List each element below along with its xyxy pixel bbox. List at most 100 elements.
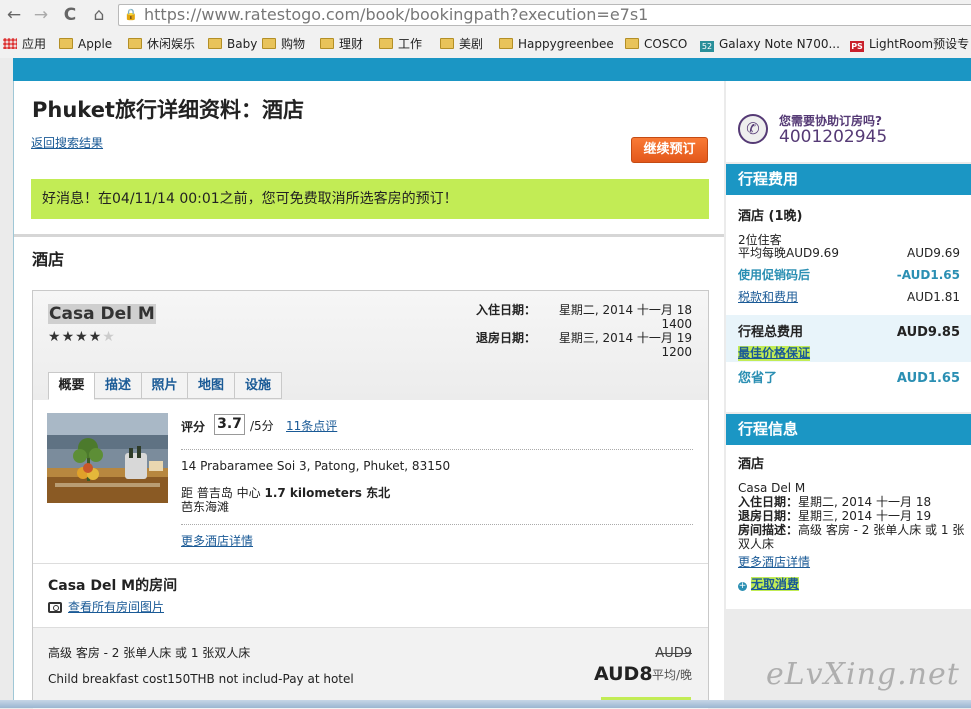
tab-map[interactable]: 地图 [187,372,235,399]
forward-arrow-icon[interactable]: → [30,5,52,25]
trip-room: 房间描述：高级 客房 - 2 张单人床 或 1 张 [738,523,964,538]
camera-icon [48,602,62,613]
checkout-date: 星期三, 2014 十一月 19 [558,331,692,345]
distance-value: 1.7 kilometers 东北 [264,486,391,500]
site-ps-icon: PS [850,41,864,52]
bookmark-item[interactable]: Apple [59,36,112,52]
star-filled-icon: ★ [88,329,103,345]
continue-booking-button[interactable]: 继续预订 [631,137,708,163]
bookmark-label: Apple [78,37,113,51]
score-label: 评分 [181,420,206,434]
reload-icon[interactable]: C [59,5,81,25]
lock-icon: 🔒 [124,8,138,21]
help-phone-number[interactable]: 4001202945 [779,128,887,147]
tab-facilities[interactable]: 设施 [234,372,282,399]
bookmark-item[interactable]: Baby [208,36,257,52]
bookmark-label: Happygreenbee [518,37,614,51]
page-title: Phuket旅行详细资料：酒店 [32,98,304,122]
trip-checkout-value: 星期三, 2014 十一月 19 [798,509,932,523]
bookmark-item[interactable]: 工作 [379,36,422,52]
folder-icon [440,38,454,49]
score-value: 3.7 [214,414,245,435]
section-divider [33,563,708,564]
bookmark-label: 美剧 [459,37,484,51]
home-icon[interactable]: ⌂ [88,5,110,25]
distance-prefix: 距 普吉岛 中心 [181,486,261,500]
bookmarks-bar: 应用 Apple 休闲娱乐 Baby 购物 理财 工作 美剧 Happygreenbee COSC… [0,32,971,56]
checkin-time: 1400 [661,317,692,331]
bookmark-item[interactable]: 理财 [320,36,363,52]
dotted-divider [181,524,693,525]
folder-icon [379,38,393,49]
savings-label: 您省了 [738,371,778,386]
more-hotel-details-link[interactable]: 更多酒店详情 [181,534,253,549]
tab-overview[interactable]: 概要 [48,372,95,400]
taxes-fees-value: AUD1.81 [907,290,960,304]
checkin-label: 入住日期： [476,303,537,317]
rooms-section-title: Casa Del M的房间 [48,578,178,594]
bookmark-item[interactable]: 应用 [3,36,46,52]
trip-room-value: 高级 客房 - 2 张单人床 或 1 张 [798,523,965,537]
browser-chrome: ← → C ⌂ 🔒 https://www.ratestogo.com/book… [0,0,971,59]
best-price-link[interactable]: 最佳价格保证 [738,346,811,361]
folder-icon [128,38,142,49]
tab-description[interactable]: 描述 [94,372,142,399]
bookmark-item[interactable]: 休闲娱乐 [128,36,195,52]
phone-icon: ✆ [738,114,768,144]
promo-label: 使用促销码后 [738,268,811,282]
site-52-icon: 52 [700,41,714,52]
promo-value: -AUD1.65 [896,268,960,282]
bookmark-item[interactable]: 购物 [262,36,305,52]
folder-icon [499,38,513,49]
star-filled-icon: ★ [75,329,89,345]
hotel-photo[interactable] [47,413,168,503]
back-arrow-icon[interactable]: ← [3,5,25,25]
folder-icon [625,38,639,49]
back-to-results-link[interactable]: 返回搜索结果 [31,135,103,151]
folder-icon [59,38,73,49]
score-max: /5分 [250,419,274,433]
bookmark-label: Galaxy Note N700... [719,37,840,51]
bookmark-label: COSCO [644,37,688,51]
os-taskbar [0,700,971,708]
room-name: 高级 客房 - 2 张单人床 或 1 张双人床 [48,646,251,660]
total-cost-label: 行程总费用 [738,325,804,340]
checkout-label: 退房日期： [476,331,537,345]
trip-info-header: 行程信息 [726,414,971,445]
bookmark-item[interactable]: Happygreenbee [499,36,614,52]
free-cancellation-banner: 好消息！在04/11/14 00:01之前，您可免费取消所选客房的预订！ [31,179,709,219]
trip-checkout-label: 退房日期： [738,509,799,523]
free-cancellation-text: 好消息！在04/11/14 00:01之前，您可免费取消所选客房的预订！ [42,191,458,207]
site-header-bar [13,58,971,81]
trip-room-label: 房间描述： [738,523,799,537]
folder-icon [208,38,222,49]
watermark: eLvXing.net [766,657,960,692]
hotel-area: 芭东海滩 [181,500,230,514]
room-photos-link-text[interactable]: 查看所有房间图片 [68,600,164,614]
hotel-name: Casa Del M [48,304,156,324]
trip-more-details-link[interactable]: 更多酒店详情 [738,555,810,570]
star-rating: ★★★★★ [48,329,116,345]
address-bar[interactable]: 🔒 https://www.ratestogo.com/book/booking… [118,4,971,26]
trip-hotel-label: 酒店 [738,457,765,472]
hotel-distance: 距 普吉岛 中心 1.7 kilometers 东北 [181,486,390,501]
trip-cost-header: 行程费用 [726,164,971,195]
taxes-fees-link[interactable]: 税款和费用 [738,290,798,305]
room-note: Child breakfast cost150THB not includ-Pa… [48,672,354,686]
trip-room-value-cont: 双人床 [738,537,775,551]
no-cancel-fee[interactable]: + 无取消费 [738,577,800,592]
no-cancel-fee-link[interactable]: 无取消费 [751,577,800,591]
per-night-label: 平均/晚 [652,668,693,682]
trip-checkout: 退房日期：星期三, 2014 十一月 19 [738,509,931,524]
bookmark-item[interactable]: PS LightRoom预设专 [850,36,969,52]
bookmark-item[interactable]: COSCO [625,36,687,52]
bookmark-item[interactable]: 美剧 [440,36,483,52]
apps-icon [3,38,17,49]
tab-photos[interactable]: 照片 [141,372,188,399]
reviews-link[interactable]: 11条点评 [286,419,337,434]
avg-nightly-label: 平均每晚AUD9.69 [738,246,839,260]
bookmark-item[interactable]: 52 Galaxy Note N700... [700,36,840,52]
star-filled-icon: ★ [48,329,62,345]
bookmark-label: 工作 [398,37,423,51]
room-photos-link[interactable]: 查看所有房间图片 [48,600,164,615]
